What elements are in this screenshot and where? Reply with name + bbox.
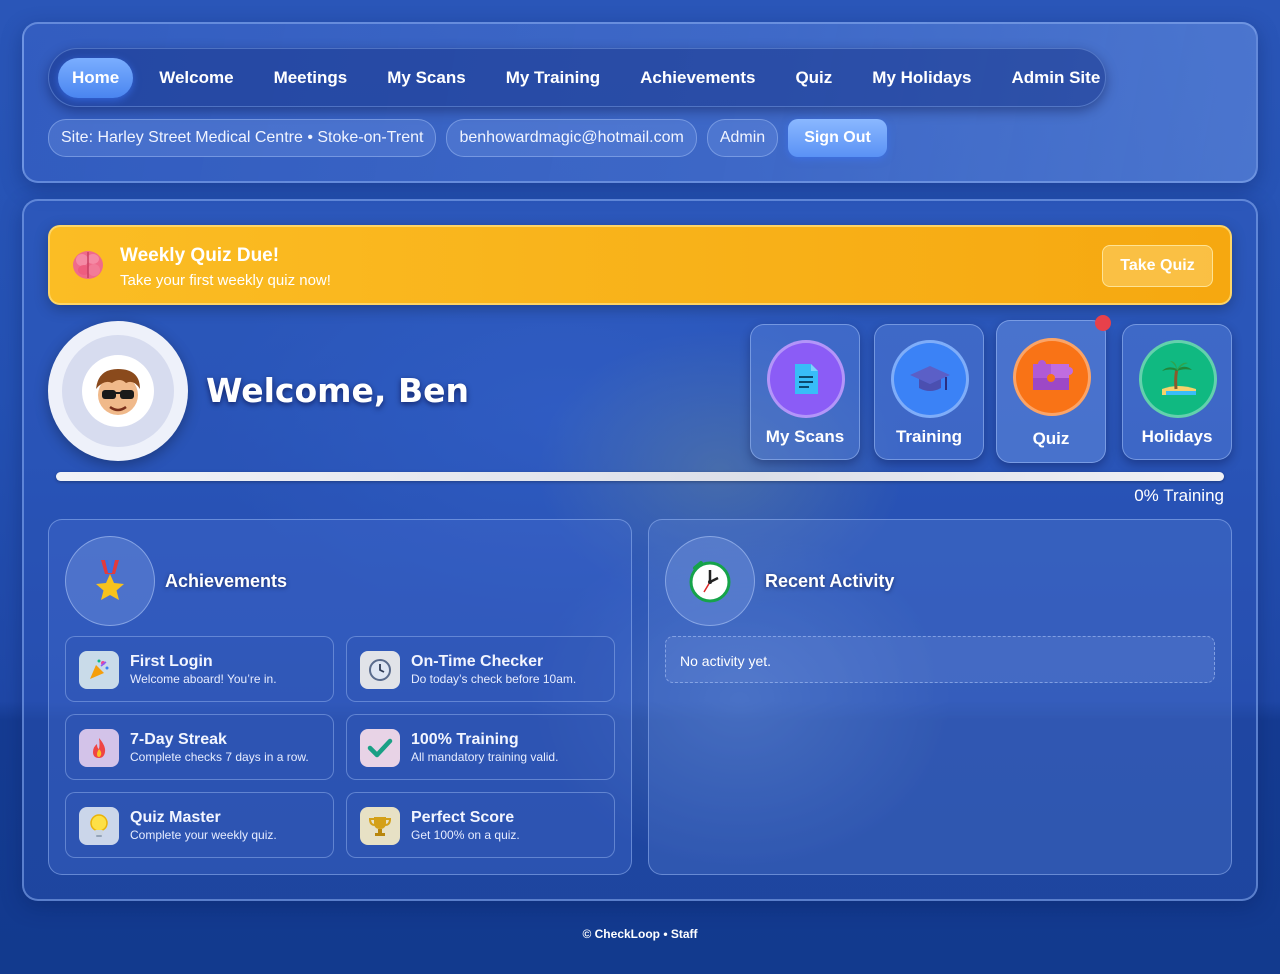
brain-icon [70, 247, 106, 283]
recent-activity-title: Recent Activity [765, 571, 895, 591]
achievement-desc: Complete your weekly quiz. [130, 828, 277, 842]
tile-holidays[interactable]: Holidays [1122, 324, 1232, 460]
nav-admin-site[interactable]: Admin Site [997, 58, 1114, 98]
recent-activity-card: Recent Activity No activity yet. [648, 519, 1232, 875]
nav-quiz[interactable]: Quiz [781, 58, 846, 98]
take-quiz-button[interactable]: Take Quiz [1102, 245, 1213, 287]
achievement-desc: All mandatory training valid. [411, 750, 559, 764]
tile-quiz[interactable]: Quiz [996, 315, 1111, 463]
checkmark-icon [360, 729, 400, 767]
palm-tree-icon [1139, 340, 1217, 418]
nav-my-scans[interactable]: My Scans [373, 58, 479, 98]
site-chip: Site: Harley Street Medical Centre • Sto… [48, 119, 437, 157]
graduation-cap-icon [891, 340, 969, 418]
alarm-clock-icon [665, 536, 755, 626]
tile-my-scans[interactable]: My Scans [750, 324, 860, 460]
training-progress-label: 0% Training [1134, 486, 1224, 505]
achievements-title: Achievements [165, 571, 288, 591]
puzzle-icon [1013, 338, 1091, 416]
achievement-title: Quiz Master [130, 809, 221, 826]
party-popper-icon [79, 651, 119, 689]
achievement-desc: Complete checks 7 days in a row. [130, 750, 309, 764]
flame-icon [79, 729, 119, 767]
nav-home[interactable]: Home [58, 57, 134, 98]
achievement-desc: Get 100% on a quiz. [411, 828, 520, 842]
avatar[interactable] [48, 321, 188, 461]
nav-my-training[interactable]: My Training [492, 58, 614, 98]
tile-label: Holidays [1141, 427, 1213, 446]
clock-icon [360, 651, 400, 689]
notification-badge [1095, 315, 1111, 331]
achievement-desc: Do today’s check before 10am. [411, 672, 577, 686]
quiz-due-banner: Weekly Quiz Due! Take your first weekly … [48, 225, 1232, 305]
achievement-quiz-master[interactable]: Quiz Master Complete your weekly quiz. [65, 792, 334, 858]
main-nav: Home Welcome Meetings My Scans My Traini… [48, 48, 1106, 107]
banner-title: Weekly Quiz Due! [120, 245, 280, 266]
email-chip: benhowardmagic@hotmail.com [446, 119, 697, 157]
tile-label: My Scans [765, 427, 845, 446]
achievement-desc: Welcome aboard! You’re in. [130, 672, 277, 686]
tile-label: Quiz [1032, 429, 1070, 448]
activity-empty-state: No activity yet. [665, 636, 1215, 683]
tile-label: Training [895, 427, 963, 446]
banner-subtitle: Take your first weekly quiz now! [120, 272, 331, 289]
medal-icon [65, 536, 155, 626]
lightbulb-icon [79, 807, 119, 845]
achievement-7-day-streak[interactable]: 7-Day Streak Complete checks 7 days in a… [65, 714, 334, 780]
footer-text: © CheckLoop • Staff [582, 927, 698, 941]
welcome-heading: Welcome, Ben [206, 371, 469, 410]
achievement-on-time-checker[interactable]: On-Time Checker Do today’s check before … [346, 636, 615, 702]
nav-my-holidays[interactable]: My Holidays [858, 58, 985, 98]
achievement-title: 7-Day Streak [130, 731, 227, 748]
achievement-title: First Login [130, 653, 213, 670]
achievement-100-training[interactable]: 100% Training All mandatory training val… [346, 714, 615, 780]
trophy-icon [360, 807, 400, 845]
document-icon [767, 340, 845, 418]
achievement-title: 100% Training [411, 731, 519, 748]
nav-meetings[interactable]: Meetings [260, 58, 362, 98]
achievement-title: On-Time Checker [411, 653, 544, 670]
training-progress-bar [56, 472, 1224, 481]
role-chip: Admin [706, 119, 779, 157]
nav-achievements[interactable]: Achievements [626, 58, 769, 98]
achievement-title: Perfect Score [411, 809, 515, 826]
avatar-face-icon [82, 355, 154, 427]
achievements-card: Achievements First Login Welcome aboard!… [48, 519, 632, 875]
sign-out-button[interactable]: Sign Out [788, 119, 887, 157]
achievement-first-login[interactable]: First Login Welcome aboard! You’re in. [65, 636, 334, 702]
achievement-perfect-score[interactable]: Perfect Score Get 100% on a quiz. [346, 792, 615, 858]
tile-training[interactable]: Training [874, 324, 984, 460]
session-bar: Site: Harley Street Medical Centre • Sto… [48, 119, 887, 157]
nav-welcome[interactable]: Welcome [145, 58, 247, 98]
